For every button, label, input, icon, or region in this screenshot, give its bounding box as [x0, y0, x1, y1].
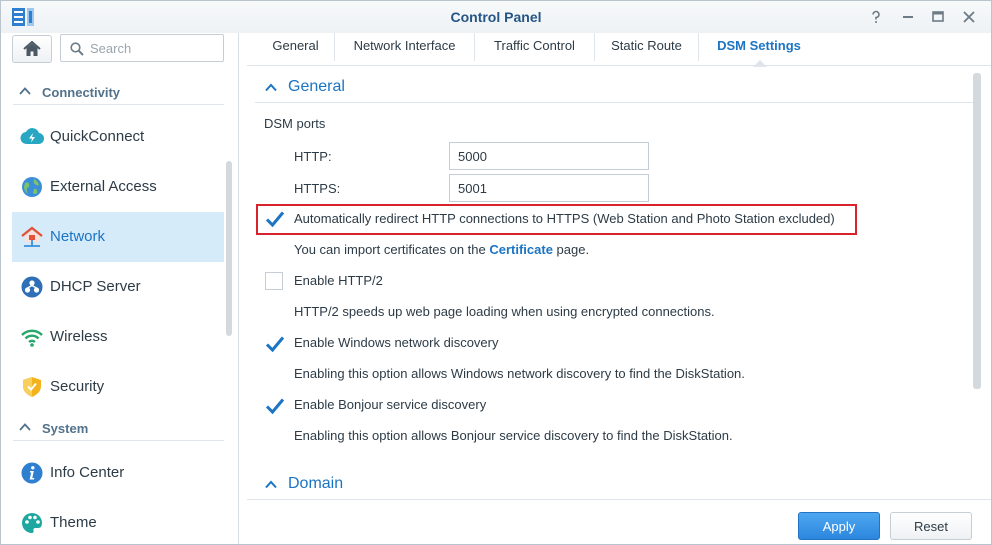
- checkmark-icon: [265, 336, 285, 353]
- redirect-https-label: Automatically redirect HTTP connections …: [294, 211, 835, 226]
- tab-static-route[interactable]: Static Route: [595, 33, 699, 61]
- checkmark-icon: [265, 398, 285, 415]
- general-group-header[interactable]: General: [255, 71, 975, 103]
- sidebar-item-label: Info Center: [50, 464, 125, 481]
- https-port-input[interactable]: [449, 174, 649, 202]
- sidebar-item-wireless[interactable]: Wireless: [12, 312, 224, 362]
- sidebar-item-label: QuickConnect: [50, 128, 145, 145]
- group-title: Domain: [288, 475, 344, 492]
- dhcp-icon: [21, 276, 43, 298]
- shield-icon: [23, 377, 41, 397]
- section-label: System: [42, 421, 89, 436]
- bonjour-discovery-label: Enable Bonjour service discovery: [294, 397, 487, 412]
- chevron-up-icon: [265, 83, 277, 92]
- sidebar-item-label: External Access: [50, 178, 157, 195]
- enable-http2-label: Enable HTTP/2: [294, 273, 383, 288]
- globe-icon: [22, 177, 42, 197]
- dsm-settings-panel: General DSM ports HTTP: HTTPS: Automatic…: [255, 71, 975, 501]
- sidebar-item-label: Network: [50, 228, 106, 245]
- chevron-up-icon: [19, 423, 31, 431]
- redirect-https-checkbox[interactable]: [265, 209, 285, 228]
- reset-button[interactable]: Reset: [890, 512, 972, 540]
- minimize-icon[interactable]: [899, 8, 917, 26]
- tab-general[interactable]: General: [257, 33, 335, 61]
- close-icon[interactable]: [960, 8, 978, 26]
- content-scrollbar[interactable]: [973, 73, 981, 389]
- dsm-ports-label: DSM ports: [264, 116, 326, 131]
- help-icon[interactable]: [867, 8, 885, 26]
- search-input[interactable]: [90, 39, 216, 57]
- sidebar-item-theme[interactable]: Theme: [12, 498, 224, 545]
- chevron-up-icon: [265, 480, 277, 489]
- certificate-note-prefix: You can import certificates on the: [294, 242, 490, 257]
- sidebar-item-security[interactable]: Security: [12, 362, 224, 412]
- certificate-note: You can import certificates on the Certi…: [294, 242, 589, 257]
- search-box: [60, 34, 224, 62]
- sidebar-item-info-center[interactable]: Info Center: [12, 448, 224, 498]
- control-panel-window: Control Panel Search Connectivity QuickC…: [0, 0, 992, 545]
- tab-divider: [247, 65, 991, 66]
- sidebar-item-network[interactable]: Network: [12, 212, 224, 262]
- info-icon: [21, 462, 43, 484]
- tab-network-interface[interactable]: Network Interface: [335, 33, 475, 61]
- maximize-icon[interactable]: [929, 8, 947, 26]
- enable-http2-checkbox[interactable]: [265, 272, 283, 290]
- sidebar-item-quickconnect[interactable]: QuickConnect: [12, 112, 224, 162]
- wifi-icon: [21, 329, 43, 347]
- tab-traffic-control[interactable]: Traffic Control: [475, 33, 595, 61]
- http2-description: HTTP/2 speeds up web page loading when u…: [294, 304, 715, 319]
- home-icon: [23, 41, 41, 56]
- footer-divider: [247, 499, 991, 500]
- bonjour-discovery-description: Enabling this option allows Bonjour serv…: [294, 428, 733, 443]
- section-label: Connectivity: [42, 85, 121, 100]
- apply-button[interactable]: Apply: [798, 512, 880, 540]
- certificate-note-suffix: page.: [552, 242, 590, 257]
- tab-dsm-settings[interactable]: DSM Settings: [699, 33, 819, 61]
- search-icon: [70, 42, 84, 56]
- sidebar: Connectivity QuickConnect External Acces…: [1, 33, 239, 544]
- section-system[interactable]: System: [13, 417, 224, 441]
- sidebar-item-external-access[interactable]: External Access: [12, 162, 224, 212]
- chevron-up-icon: [19, 87, 31, 95]
- group-title: General: [288, 78, 345, 95]
- home-button[interactable]: [12, 35, 52, 63]
- http-port-label: HTTP:: [294, 149, 332, 164]
- quickconnect-icon: [20, 128, 44, 145]
- checkmark-icon: [265, 211, 285, 228]
- windows-discovery-description: Enabling this option allows Windows netw…: [294, 366, 745, 381]
- certificate-link[interactable]: Certificate: [489, 242, 553, 257]
- bonjour-discovery-checkbox[interactable]: [265, 396, 285, 415]
- sidebar-item-label: DHCP Server: [50, 278, 141, 295]
- windows-discovery-label: Enable Windows network discovery: [294, 335, 499, 350]
- domain-group-header[interactable]: Domain: [255, 468, 975, 500]
- sidebar-scrollbar[interactable]: [226, 161, 232, 336]
- window-title: Control Panel: [450, 9, 542, 25]
- http-port-input[interactable]: [449, 142, 649, 170]
- palette-icon: [22, 513, 42, 533]
- https-port-label: HTTPS:: [294, 181, 341, 196]
- house-network-icon: [21, 226, 43, 247]
- title-bar: Control Panel: [1, 1, 991, 33]
- sidebar-item-label: Wireless: [50, 328, 108, 345]
- section-connectivity[interactable]: Connectivity: [13, 81, 224, 105]
- windows-discovery-checkbox[interactable]: [265, 334, 285, 353]
- sidebar-item-label: Theme: [50, 514, 97, 531]
- sidebar-item-label: Security: [50, 378, 105, 395]
- sidebar-item-dhcp-server[interactable]: DHCP Server: [12, 262, 224, 312]
